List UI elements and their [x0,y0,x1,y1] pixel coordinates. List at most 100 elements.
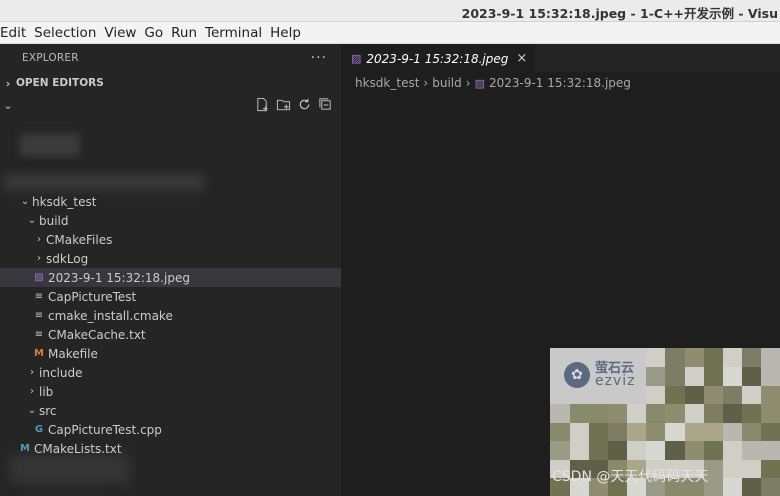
preview-pixel [645,440,666,460]
menu-view[interactable]: View [104,25,140,41]
preview-pixel [760,403,780,423]
preview-pixel [684,366,704,386]
chevron-down-icon: ⌄ [27,405,37,416]
preview-pixel [703,385,723,404]
explorer-sidebar: EXPLORER ··· › OPEN EDITORS ⌄ ⌄ hksdk_tes… [0,44,341,496]
tab-image-file[interactable]: ▨ 2023-9-1 15:32:18.jpeg × [341,44,536,72]
preview-pixel [741,348,762,367]
menu-edit[interactable]: Edit [0,25,30,41]
tree-item[interactable]: › CMakeFiles [0,230,341,249]
tree-item[interactable]: › include [0,363,341,382]
preview-pixel [703,366,723,386]
chevron-right-icon: › [5,76,11,90]
chevron-right-icon: › [37,253,41,264]
tree-item-label: Makefile [48,346,98,361]
chevron-right-icon: › [465,76,471,90]
preview-pixel [607,403,628,423]
chevron-down-icon: ⌄ [27,215,37,226]
new-folder-icon[interactable] [276,97,291,112]
menu-run[interactable]: Run [171,25,201,41]
menu-terminal[interactable]: Terminal [205,25,266,41]
preview-pixel [760,366,780,386]
workspace-section[interactable]: ⌄ [0,94,341,116]
preview-pixel [722,403,743,423]
preview-pixel [588,440,608,460]
preview-pixel [760,422,780,441]
open-editors-section[interactable]: › OPEN EDITORS [0,72,341,94]
preview-pixel [703,422,723,441]
preview-pixel [741,366,762,386]
tree-item[interactable]: M Makefile [0,344,341,363]
menu-selection[interactable]: Selection [34,25,100,41]
preview-pixel [684,403,704,423]
new-file-icon[interactable] [255,97,270,112]
more-actions-icon[interactable]: ··· [311,50,327,66]
text-file-icon: ≡ [34,309,44,321]
tree-item-label: include [39,365,83,380]
logo-text-en: ezviz [595,373,636,389]
preview-pixel [588,403,608,423]
tree-item[interactable]: ≡ CapPictureTest [0,287,341,306]
cmake-file-icon: M [20,442,30,454]
tree-item[interactable]: › sdkLog [0,249,341,268]
tree-item-label: CapPictureTest [48,289,137,304]
redacted-region [10,454,130,484]
tree-item-label: hksdk_test [32,194,97,209]
tree-item[interactable]: › lib [0,382,341,401]
preview-pixel [645,403,666,423]
close-icon[interactable]: × [516,51,527,66]
chevron-right-icon: › [30,386,34,397]
breadcrumb-folder[interactable]: hksdk_test [355,76,419,90]
preview-pixel [703,440,723,460]
preview-pixel [645,385,666,404]
menu-go[interactable]: Go [144,25,167,41]
collapse-all-icon[interactable] [318,97,333,112]
preview-pixel [665,385,685,404]
refresh-icon[interactable] [297,97,312,112]
breadcrumb-file[interactable]: 2023-9-1 15:32:18.jpeg [489,76,631,90]
preview-pixel [684,348,704,367]
breadcrumb-folder[interactable]: build [432,76,462,90]
tree-item[interactable]: M CMakeLists.txt [0,439,341,458]
preview-pixel [550,422,570,441]
window-titlebar: 2023-9-1 15:32:18.jpeg - 1-C++开发示例 - Vis… [0,0,780,22]
image-file-icon: ▨ [474,76,485,90]
preview-pixel [569,422,589,441]
preview-pixel [760,477,780,496]
editor-area: ▨ 2023-9-1 15:32:18.jpeg × hksdk_test › … [341,44,780,496]
preview-pixel [626,403,647,423]
tree-item[interactable]: ≡ CMakeCache.txt [0,325,341,344]
preview-pixel [665,403,685,423]
tree-item[interactable]: ▨ 2023-9-1 15:32:18.jpeg [0,268,341,287]
watermark: CSDN @天天代码码天天 [552,469,709,485]
preview-pixel [569,403,589,423]
ezviz-logo-icon: ✿ [564,362,590,388]
preview-pixel [684,422,704,441]
file-tree: ⌄ hksdk_test ⌄ build › CMakeFiles › sdkLog ▨ 2023… [0,192,341,458]
tree-item-label: sdkLog [46,251,89,266]
preview-pixel [760,348,780,367]
preview-pixel [645,422,666,441]
tab-label: 2023-9-1 15:32:18.jpeg [366,51,509,66]
chevron-right-icon: › [37,234,41,245]
preview-pixel [588,422,608,441]
preview-pixel [741,440,762,460]
menu-help[interactable]: Help [270,25,305,41]
tree-item[interactable]: ⌄ hksdk_test [0,192,341,211]
tree-item[interactable]: G CapPictureTest.cpp [0,420,341,439]
preview-pixel [703,403,723,423]
redacted-region [20,134,80,156]
tab-bar: ▨ 2023-9-1 15:32:18.jpeg × [341,44,780,72]
chevron-down-icon: ⌄ [20,196,30,207]
preview-pixel [665,366,685,386]
preview-pixel [645,366,666,386]
preview-pixel [665,422,685,441]
tree-item[interactable]: ⌄ build [0,211,341,230]
preview-pixel [569,440,589,460]
preview-pixel [722,477,743,496]
tree-item[interactable]: ⌄ src [0,401,341,420]
preview-pixel [760,385,780,404]
preview-pixel [703,348,723,367]
tree-item[interactable]: ≡ cmake_install.cmake [0,306,341,325]
preview-pixel [626,422,647,441]
